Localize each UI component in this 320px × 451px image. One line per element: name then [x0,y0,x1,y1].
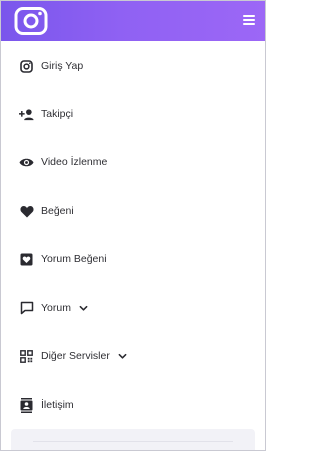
menu-item-label: Diğer Servisler [41,350,110,362]
menu-item-followers[interactable]: Takipçi [1,94,265,134]
comment-icon [19,301,34,316]
menu-item-label: Video İzlenme [41,156,108,168]
menu-item-label: Takipçi [41,108,74,120]
menu-item-label-wrap: Diğer Servisler [41,350,127,362]
menu-item-other-services[interactable]: Diğer Servisler [1,336,265,376]
menu-item-label-wrap: Yorum [41,302,88,314]
menu-item-label: Yorum Beğeni [41,253,107,265]
menu-item-label: İletişim [41,399,74,411]
menu-item-contact[interactable]: İletişim [1,385,265,425]
eye-icon [19,155,34,170]
menu-item-video-views[interactable]: Video İzlenme [1,142,265,182]
add-user-icon [19,107,34,122]
instagram-icon [19,59,34,74]
top-header-bar [1,1,265,41]
contact-card-icon [19,397,34,413]
menu-item-comments[interactable]: Yorum [1,288,265,328]
menu-item-login[interactable]: Giriş Yap [1,46,265,86]
divider [33,441,233,442]
menu-item-label: Beğeni [41,205,74,217]
bottom-card [11,429,255,450]
heart-icon [19,204,34,219]
heart-box-icon [19,252,34,267]
menu-item-likes[interactable]: Beğeni [1,191,265,231]
menu-item-label: Yorum [41,302,71,314]
grid-icon [19,349,34,364]
hamburger-menu-icon[interactable] [242,13,256,27]
menu-item-comment-likes[interactable]: Yorum Beğeni [1,239,265,279]
menu-item-label: Giriş Yap [41,60,84,72]
chevron-down-icon[interactable] [79,304,88,313]
app-frame: Giriş Yap Takipçi Video İzlenme Beğeni Y… [0,0,266,451]
instagram-logo-icon[interactable] [13,7,49,35]
chevron-down-icon[interactable] [118,352,127,361]
